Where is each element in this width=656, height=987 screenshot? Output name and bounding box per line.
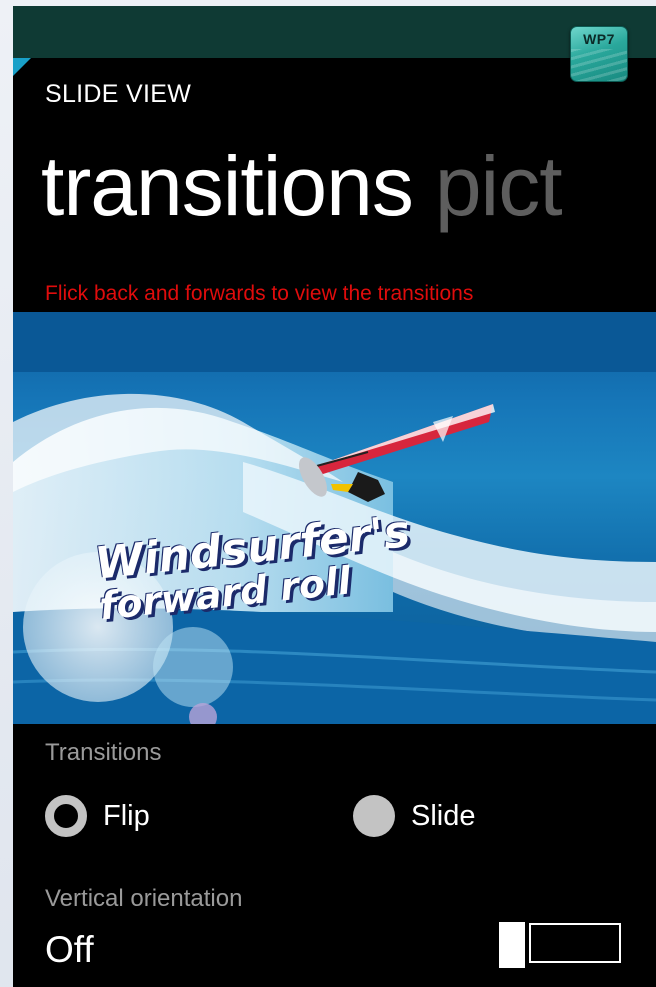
radio-checked-icon[interactable]	[45, 795, 87, 837]
slide-image[interactable]: Windsurfer's forward roll	[13, 312, 656, 724]
pivot-header: transitions pict	[41, 144, 563, 228]
radio-flip-label[interactable]: Flip	[103, 800, 150, 833]
hint-text: Flick back and forwards to view the tran…	[45, 282, 474, 305]
transitions-label: Transitions	[45, 739, 162, 766]
wp7-badge-label: WP7	[583, 31, 615, 47]
vertical-orientation-label: Vertical orientation	[45, 885, 243, 912]
radio-slide-label[interactable]: Slide	[411, 800, 476, 833]
radio-unchecked-icon[interactable]	[353, 795, 395, 837]
app-title: SLIDE VIEW	[45, 80, 192, 108]
badge-waves	[571, 48, 627, 81]
phone-screen: WP7 SLIDE VIEW transitions pict Flick bac…	[13, 6, 656, 987]
toggle-thumb[interactable]	[499, 922, 525, 968]
wp7-logo-icon: WP7	[570, 26, 628, 82]
accent-corner-mark	[13, 58, 31, 76]
pivot-item-transitions[interactable]: transitions	[41, 139, 414, 233]
status-bar	[13, 6, 656, 58]
pivot-item-pictures[interactable]: pict	[435, 139, 563, 233]
radio-slide[interactable]: Slide	[353, 795, 476, 837]
vertical-orientation-toggle[interactable]	[499, 922, 623, 968]
vertical-orientation-value: Off	[45, 929, 94, 970]
radio-flip[interactable]: Flip	[45, 795, 150, 837]
toggle-track[interactable]	[529, 923, 621, 963]
